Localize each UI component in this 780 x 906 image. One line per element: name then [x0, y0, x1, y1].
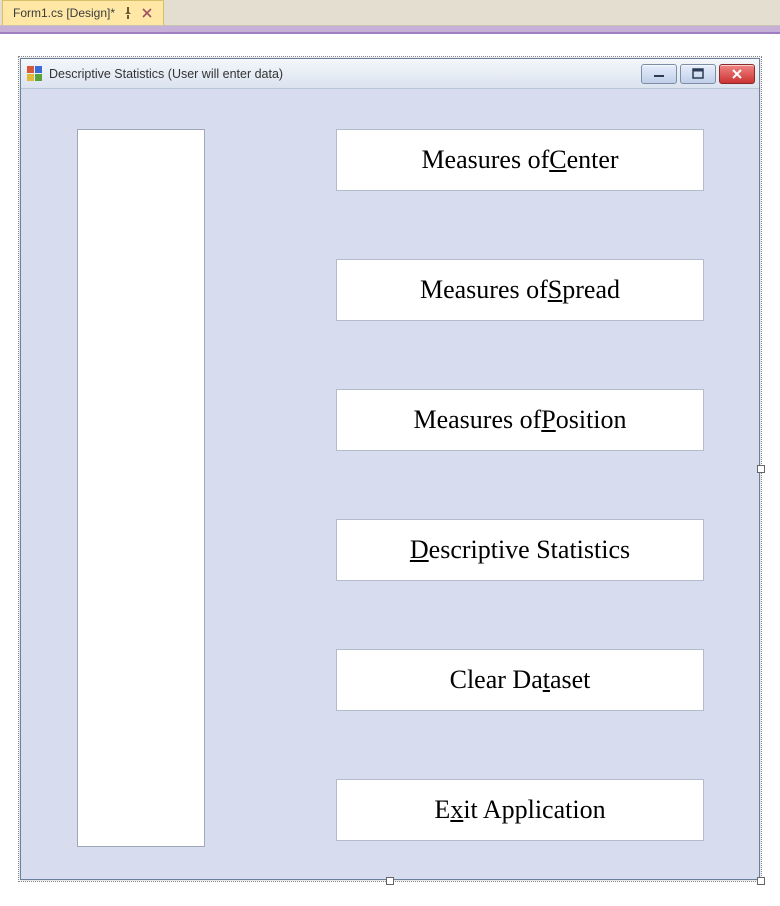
measures-of-position-button[interactable]: Measures of Position [336, 389, 704, 451]
btn-label-post: pread [562, 275, 620, 305]
winform-window: Descriptive Statistics (User will enter … [20, 58, 760, 880]
titlebar[interactable]: Descriptive Statistics (User will enter … [21, 59, 759, 89]
btn-label-pre: Measures of [413, 405, 541, 435]
dataset-listbox[interactable] [77, 129, 205, 847]
descriptive-statistics-button[interactable]: Descriptive Statistics [336, 519, 704, 581]
measures-of-center-button[interactable]: Measures of Center [336, 129, 704, 191]
app-icon [27, 66, 43, 82]
btn-label-post: it Application [463, 795, 605, 825]
btn-label-pre: E [434, 795, 450, 825]
form-client-area: Measures of Center Measures of Spread Me… [21, 89, 759, 879]
btn-label-accel: S [548, 275, 562, 305]
measures-of-spread-button[interactable]: Measures of Spread [336, 259, 704, 321]
btn-label-pre: Measures of [421, 145, 549, 175]
btn-label-post: osition [556, 405, 627, 435]
btn-label-post: enter [567, 145, 619, 175]
pin-icon[interactable] [123, 7, 133, 19]
minimize-button[interactable] [641, 64, 677, 84]
clear-dataset-button[interactable]: Clear Dataset [336, 649, 704, 711]
btn-label-pre: Clear Da [450, 665, 543, 695]
close-button[interactable] [719, 64, 755, 84]
btn-label-post: escriptive Statistics [429, 535, 630, 565]
btn-label-accel: P [541, 405, 555, 435]
ide-tabstrip: Form1.cs [Design]* [0, 0, 780, 26]
design-canvas: Descriptive Statistics (User will enter … [0, 32, 780, 906]
close-tab-icon[interactable] [141, 7, 153, 19]
btn-label-pre: Measures of [420, 275, 548, 305]
exit-application-button[interactable]: Exit Application [336, 779, 704, 841]
btn-label-accel: D [410, 535, 429, 565]
btn-label-accel: C [549, 145, 566, 175]
ide-tab-label: Form1.cs [Design]* [13, 6, 115, 20]
btn-label-accel: t [543, 665, 550, 695]
btn-label-post: aset [550, 665, 590, 695]
window-controls [641, 64, 755, 84]
window-title: Descriptive Statistics (User will enter … [49, 67, 283, 81]
ide-tab-form1[interactable]: Form1.cs [Design]* [2, 0, 164, 25]
maximize-button[interactable] [680, 64, 716, 84]
btn-label-accel: x [450, 795, 463, 825]
